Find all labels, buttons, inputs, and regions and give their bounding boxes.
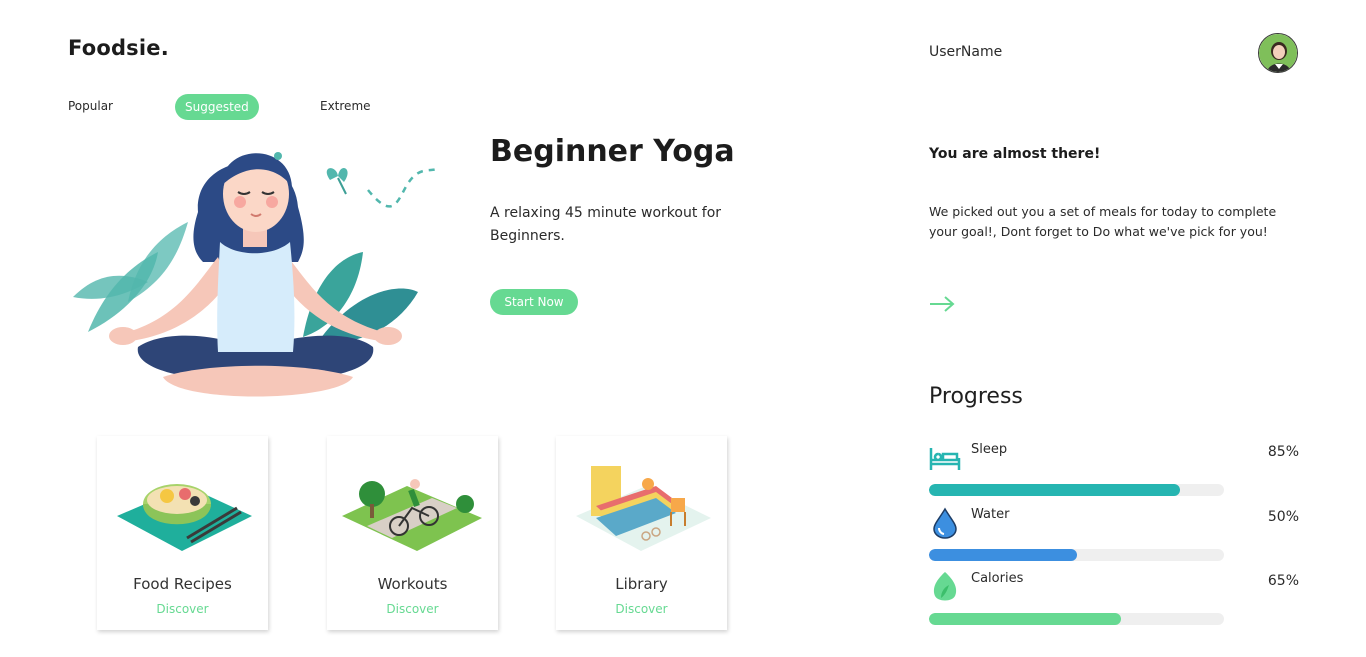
hero-description: A relaxing 45 minute workout for Beginne… [490,205,722,244]
brand-logo[interactable]: Foodsie. [68,36,169,60]
meditating-woman-illustration [73,152,441,397]
progress-label: Water [971,507,1010,522]
water-drop-icon [933,507,957,539]
start-now-button[interactable]: Start Now [490,289,578,315]
progress-track [929,613,1224,625]
progress-track [929,484,1224,496]
card-discover-link[interactable]: Discover [97,602,268,616]
arrow-right-icon[interactable] [929,294,955,314]
hero-title: Beginner Yoga [490,134,735,169]
bed-icon [929,448,961,470]
tab-suggested[interactable]: Suggested [175,94,259,120]
cycling-park-illustration [342,479,482,551]
tab-extreme[interactable]: Extreme [320,94,371,120]
promo-title: You are almost there! [929,146,1101,162]
username[interactable]: UserName [929,44,1002,60]
progress-item-water: Water 50% [929,505,1299,565]
progress-fill [929,613,1121,625]
card-workouts[interactable]: Workouts Discover [327,436,498,630]
user-avatar[interactable] [1258,33,1298,73]
progress-value: 85% [1267,444,1299,460]
card-discover-link[interactable]: Discover [327,602,498,616]
card-title: Workouts [377,575,448,593]
tab-popular[interactable]: Popular [68,94,113,120]
card-discover-link[interactable]: Discover [556,602,727,616]
progress-value: 50% [1267,509,1299,525]
promo-text: We picked out you a set of meals for tod… [929,204,1277,239]
progress-label: Calories [971,571,1024,586]
card-food-recipes[interactable]: Food Recipes Discover [97,436,268,630]
progress-track [929,549,1224,561]
food-bowl-illustration [117,484,252,551]
card-library[interactable]: Library Discover [556,436,727,630]
progress-item-sleep: Sleep 85% [929,440,1299,500]
progress-fill [929,549,1077,561]
books-reading-illustration [576,466,711,551]
progress-item-calories: Calories 65% [929,569,1299,629]
card-title: Library [615,575,668,593]
progress-label: Sleep [971,442,1008,457]
progress-title: Progress [929,384,1023,409]
card-title: Food Recipes [133,575,232,593]
leaf-icon [933,572,957,601]
progress-fill [929,484,1180,496]
progress-value: 65% [1267,573,1299,589]
category-tabs: Popular Suggested Extreme [68,94,388,120]
